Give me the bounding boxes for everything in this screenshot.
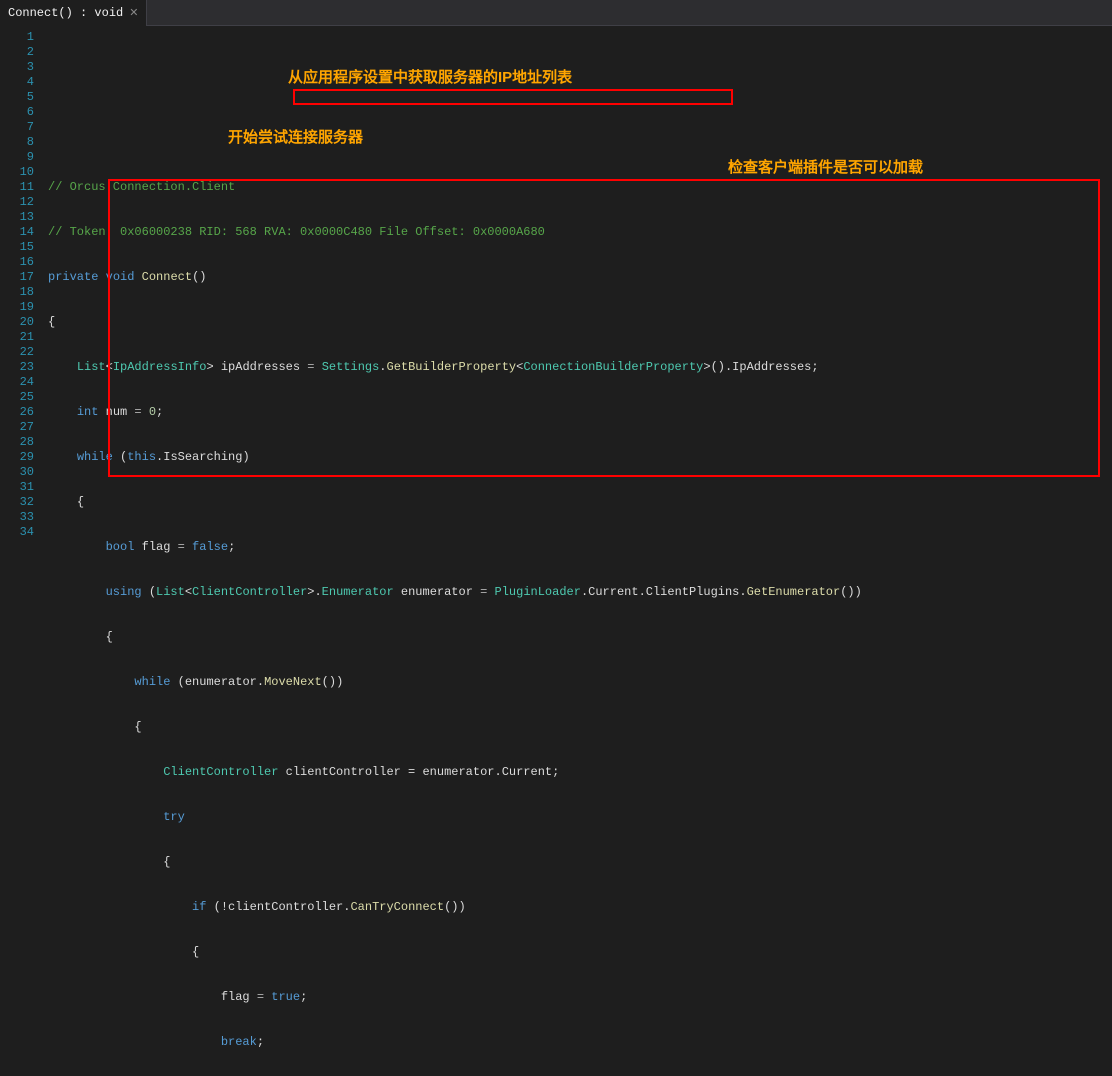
code-line: { <box>48 720 1112 735</box>
code-line: { <box>48 855 1112 870</box>
line-number: 4 <box>0 75 34 90</box>
line-number: 33 <box>0 510 34 525</box>
line-number: 8 <box>0 135 34 150</box>
code-area[interactable]: 从应用程序设置中获取服务器的IP地址列表 开始尝试连接服务器 检查客户端插件是否… <box>48 26 1112 538</box>
line-number: 30 <box>0 465 34 480</box>
code-line: private void Connect() <box>48 270 1112 285</box>
line-number: 24 <box>0 375 34 390</box>
line-number: 2 <box>0 45 34 60</box>
line-number: 14 <box>0 225 34 240</box>
line-number: 26 <box>0 405 34 420</box>
code-line: List<IpAddressInfo> ipAddresses = Settin… <box>48 360 1112 375</box>
tab-title: Connect() : void <box>8 6 123 20</box>
line-number: 18 <box>0 285 34 300</box>
annotation-1: 从应用程序设置中获取服务器的IP地址列表 <box>288 70 572 85</box>
code-line: while (this.IsSearching) <box>48 450 1112 465</box>
line-number: 13 <box>0 210 34 225</box>
annotation-2: 开始尝试连接服务器 <box>228 130 363 145</box>
line-number: 17 <box>0 270 34 285</box>
line-number: 27 <box>0 420 34 435</box>
tab-bar: Connect() : void ✕ <box>0 0 1112 26</box>
annotation-3: 检查客户端插件是否可以加载 <box>728 160 923 175</box>
code-line: while (enumerator.MoveNext()) <box>48 675 1112 690</box>
line-number: 19 <box>0 300 34 315</box>
line-number: 9 <box>0 150 34 165</box>
code-line: if (!clientController.CanTryConnect()) <box>48 900 1112 915</box>
highlight-box-1 <box>293 89 733 105</box>
line-number: 1 <box>0 30 34 45</box>
line-number: 23 <box>0 360 34 375</box>
code-line: { <box>48 630 1112 645</box>
line-number: 29 <box>0 450 34 465</box>
line-number: 16 <box>0 255 34 270</box>
line-number: 25 <box>0 390 34 405</box>
line-number: 22 <box>0 345 34 360</box>
line-number: 3 <box>0 60 34 75</box>
code-line: break; <box>48 1035 1112 1050</box>
line-number: 7 <box>0 120 34 135</box>
line-number: 10 <box>0 165 34 180</box>
line-number: 31 <box>0 480 34 495</box>
editor-tab[interactable]: Connect() : void ✕ <box>0 0 147 26</box>
line-number: 28 <box>0 435 34 450</box>
line-number: 21 <box>0 330 34 345</box>
code-line: bool flag = false; <box>48 540 1112 555</box>
code-line: int num = 0; <box>48 405 1112 420</box>
line-number: 20 <box>0 315 34 330</box>
code-line: { <box>48 495 1112 510</box>
code-line: ClientController clientController = enum… <box>48 765 1112 780</box>
code-line: // Orcus.Connection.Client <box>48 180 1112 195</box>
code-editor: 1234567891011121314151617181920212223242… <box>0 26 1112 538</box>
line-number: 6 <box>0 105 34 120</box>
line-number: 15 <box>0 240 34 255</box>
code-line: try <box>48 810 1112 825</box>
line-number: 11 <box>0 180 34 195</box>
line-number: 32 <box>0 495 34 510</box>
code-line: flag = true; <box>48 990 1112 1005</box>
code-line: { <box>48 315 1112 330</box>
code-line: // Token: 0x06000238 RID: 568 RVA: 0x000… <box>48 225 1112 240</box>
code-line: using (List<ClientController>.Enumerator… <box>48 585 1112 600</box>
line-number: 12 <box>0 195 34 210</box>
line-number-gutter: 1234567891011121314151617181920212223242… <box>0 26 48 538</box>
close-icon[interactable]: ✕ <box>129 6 138 20</box>
line-number: 5 <box>0 90 34 105</box>
code-line: { <box>48 945 1112 960</box>
